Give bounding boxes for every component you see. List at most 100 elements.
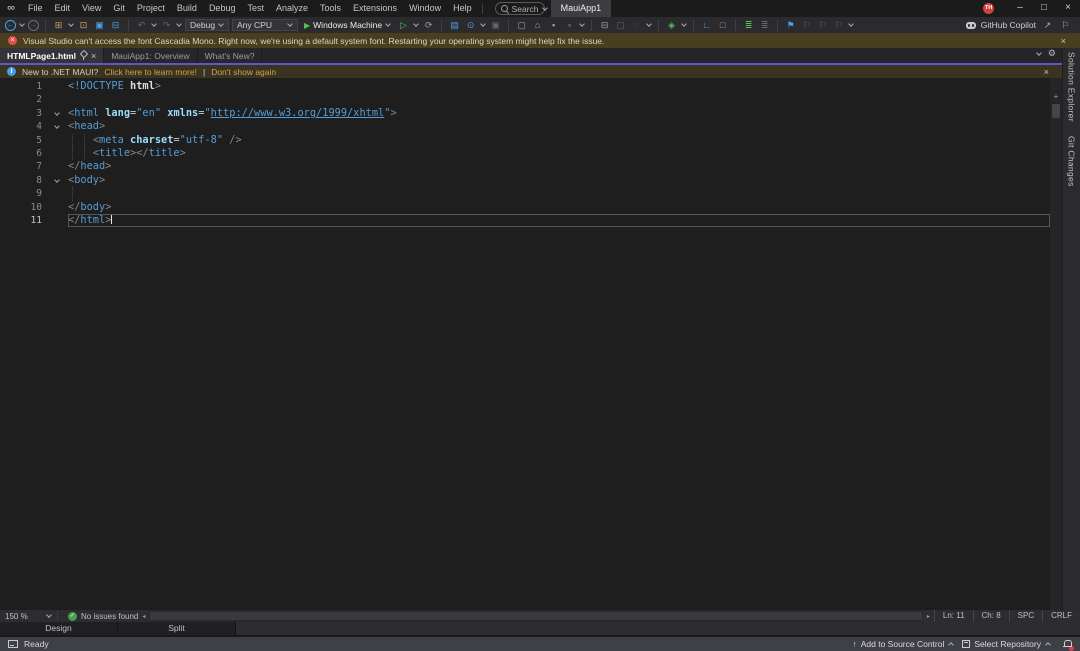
menu-edit[interactable]: Edit [49, 0, 77, 17]
hot-reload-icon[interactable]: ◈ [665, 19, 678, 32]
horizontal-scrollbar[interactable] [149, 610, 922, 622]
dropdown-caret[interactable] [646, 22, 652, 28]
github-copilot-icon[interactable] [966, 22, 976, 29]
next-bookmark-icon[interactable]: ⚐ [816, 19, 829, 32]
menu-file[interactable]: File [22, 0, 49, 17]
scrollbar-thumb[interactable] [150, 612, 921, 620]
browser-link-icon[interactable]: ⊙ [464, 19, 477, 32]
close-button[interactable]: × [1056, 0, 1080, 17]
minimize-button[interactable]: – [1008, 0, 1032, 17]
code-line[interactable]: 5 <meta charset="utf-8" /> [0, 134, 1050, 147]
start-debug-button[interactable]: ▶Windows Machine [301, 20, 394, 30]
maximize-button[interactable]: □ [1032, 0, 1056, 17]
dropdown-caret[interactable] [19, 22, 25, 28]
restart-icon[interactable]: ⟳ [422, 19, 435, 32]
menu-git[interactable]: Git [107, 0, 131, 17]
new-item-icon[interactable]: ▢ [515, 19, 528, 32]
tab-design[interactable]: Design [0, 622, 118, 635]
dismiss-link[interactable]: Don't show again [211, 67, 276, 77]
fold-margin[interactable] [50, 174, 68, 187]
scroll-right-icon[interactable]: ▸ [923, 613, 934, 620]
code-line[interactable]: 6 <title></title> [0, 147, 1050, 160]
active-files-dropdown-icon[interactable] [1036, 50, 1042, 56]
code-text[interactable] [68, 187, 1050, 200]
dropdown-caret[interactable] [413, 22, 419, 28]
line-ending-indicator[interactable]: CRLF [1042, 610, 1080, 622]
doc-outline-icon[interactable]: □ [716, 19, 729, 32]
undo-icon[interactable]: ↶ [135, 19, 148, 32]
copilot-label[interactable]: GitHub Copilot [981, 20, 1036, 30]
close-icon[interactable]: × [1038, 67, 1055, 77]
open-file-icon[interactable]: ⊡ [77, 19, 90, 32]
dropdown-caret[interactable] [68, 22, 74, 28]
notifications-bell-icon[interactable] [1063, 640, 1072, 649]
sync-icon[interactable]: ▣ [489, 19, 502, 32]
plus-icon[interactable]: + [1052, 92, 1060, 101]
code-text[interactable]: <html lang="en" xmlns="http://www.w3.org… [68, 107, 1050, 120]
sidebar-tab-git-changes[interactable]: Git Changes [1067, 136, 1077, 187]
scrollbar-thumb[interactable] [1052, 104, 1060, 118]
code-area[interactable]: 1<!DOCTYPE html>23<html lang="en" xmlns=… [0, 78, 1050, 610]
test-list-icon[interactable]: ≣ [758, 19, 771, 32]
close-icon[interactable]: × [91, 51, 96, 61]
fold-margin[interactable] [50, 120, 68, 133]
navigate-line-icon[interactable]: ∟ [700, 19, 713, 32]
nav-back-icon[interactable]: ← [5, 20, 16, 31]
add-to-source-control-button[interactable]: ↑ Add to Source Control [852, 639, 954, 649]
run-tests-icon[interactable]: ≣ [742, 19, 755, 32]
window-edit-icon[interactable]: ▫ [563, 19, 576, 32]
save-all-icon[interactable]: ⊟ [109, 19, 122, 32]
code-line[interactable]: 10</body> [0, 201, 1050, 214]
close-icon[interactable]: × [1055, 36, 1072, 46]
save-icon[interactable]: ▣ [93, 19, 106, 32]
menu-view[interactable]: View [76, 0, 107, 17]
code-text[interactable]: <!DOCTYPE html> [68, 80, 1050, 93]
spaces-indicator[interactable]: SPC [1009, 610, 1042, 622]
fold-margin[interactable] [50, 107, 68, 120]
tab-mauiapp1-overview[interactable]: MauiApp1: Overview [104, 48, 197, 63]
code-text[interactable]: <meta charset="utf-8" /> [68, 134, 1050, 147]
code-line[interactable]: 1<!DOCTYPE html> [0, 80, 1050, 93]
window-dark-icon[interactable]: ▪ [547, 19, 560, 32]
sidebar-tab-solution-explorer[interactable]: Solution Explorer [1067, 52, 1077, 122]
select-repository-button[interactable]: Select Repository [962, 639, 1051, 649]
dropdown-caret[interactable] [151, 22, 157, 28]
new-project-icon[interactable]: ⊞ [52, 19, 65, 32]
nav-forward-icon[interactable]: → [28, 20, 39, 31]
menu-build[interactable]: Build [171, 0, 203, 17]
clear-bookmark-icon[interactable]: ⚐ [832, 19, 845, 32]
code-line[interactable]: 2 [0, 93, 1050, 106]
code-text[interactable] [68, 93, 1050, 106]
vertical-scrollbar[interactable]: + [1050, 78, 1062, 610]
devices-icon[interactable]: ⊟ [598, 19, 611, 32]
dropdown-caret[interactable] [579, 22, 585, 28]
menu-help[interactable]: Help [447, 0, 478, 17]
menu-tools[interactable]: Tools [314, 0, 347, 17]
menu-window[interactable]: Window [403, 0, 447, 17]
account-avatar[interactable]: TH [983, 3, 994, 14]
feedback-icon[interactable]: ⚐ [1059, 19, 1072, 32]
dropdown-caret[interactable] [176, 22, 182, 28]
run-no-debug-icon[interactable]: ▷ [397, 19, 410, 32]
code-line[interactable]: 3<html lang="en" xmlns="http://www.w3.or… [0, 107, 1050, 120]
menu-analyze[interactable]: Analyze [270, 0, 314, 17]
preview-browser-icon[interactable]: ▤ [448, 19, 461, 32]
tab-htmlpage1-html[interactable]: HTMLPage1.html× [0, 48, 104, 63]
code-text[interactable]: </html> [68, 214, 1050, 227]
code-line[interactable]: 8<body> [0, 174, 1050, 187]
line-indicator[interactable]: Ln: 11 [934, 610, 973, 622]
menu-project[interactable]: Project [131, 0, 171, 17]
gear-icon[interactable]: ⚙ [1048, 48, 1056, 59]
code-text[interactable]: </head> [68, 160, 1050, 173]
tab-what-s-new-[interactable]: What's New? [198, 48, 263, 63]
code-text[interactable]: </body> [68, 201, 1050, 214]
bookmark-icon[interactable]: ⚑ [784, 19, 797, 32]
redo-icon[interactable]: ↷ [160, 19, 173, 32]
solution-platform-select[interactable]: Any CPU [232, 19, 298, 31]
dropdown-caret[interactable] [681, 22, 687, 28]
package-icon[interactable]: ⌂ [531, 19, 544, 32]
code-text[interactable]: <title></title> [68, 147, 1050, 160]
code-line[interactable]: 9 [0, 187, 1050, 200]
tab-split[interactable]: Split [118, 622, 236, 635]
solution-config-select[interactable]: Debug [185, 19, 229, 31]
